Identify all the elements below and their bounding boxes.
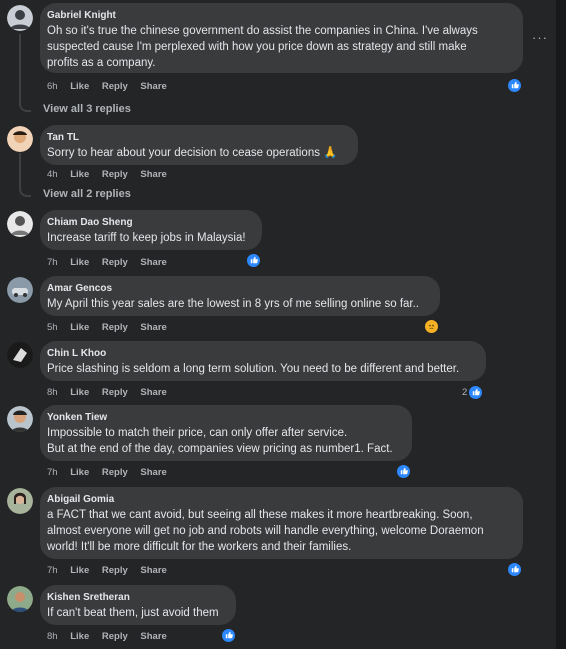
reaction-summary[interactable] bbox=[424, 318, 439, 334]
reply-button[interactable]: Reply bbox=[102, 467, 128, 478]
comment-time[interactable]: 7h bbox=[47, 257, 58, 268]
like-button[interactable]: Like bbox=[70, 322, 89, 333]
more-options-icon[interactable]: ··· bbox=[532, 30, 548, 45]
reaction-summary[interactable] bbox=[246, 252, 261, 268]
reply-button[interactable]: Reply bbox=[102, 322, 128, 333]
reply-button[interactable]: Reply bbox=[102, 81, 128, 92]
comment-bubble: Tan TL Sorry to hear about your decision… bbox=[40, 125, 358, 165]
reply-button[interactable]: Reply bbox=[102, 169, 128, 180]
comment-actions: 4h Like Reply Share bbox=[47, 169, 177, 180]
reply-button[interactable]: Reply bbox=[102, 257, 128, 268]
avatar[interactable] bbox=[7, 277, 33, 303]
comment-time[interactable]: 8h bbox=[47, 387, 58, 398]
reaction-summary[interactable] bbox=[507, 561, 522, 577]
reply-button[interactable]: Reply bbox=[102, 631, 128, 642]
reaction-summary[interactable] bbox=[507, 77, 522, 93]
avatar[interactable] bbox=[7, 126, 33, 152]
like-reaction-icon bbox=[507, 77, 522, 93]
avatar[interactable] bbox=[7, 586, 33, 612]
comment-time[interactable]: 8h bbox=[47, 631, 58, 642]
avatar[interactable] bbox=[7, 211, 33, 237]
comment-text: Price slashing is seldom a long term sol… bbox=[47, 363, 460, 375]
avatar[interactable] bbox=[7, 406, 33, 432]
reaction-count: 2 bbox=[462, 386, 468, 398]
comment-time[interactable]: 7h bbox=[47, 565, 58, 576]
page-right-edge bbox=[556, 0, 566, 649]
sad-reaction-icon bbox=[424, 318, 439, 334]
like-button[interactable]: Like bbox=[70, 387, 89, 398]
comment-time[interactable]: 7h bbox=[47, 467, 58, 478]
comment-text: My April this year sales are the lowest … bbox=[47, 298, 419, 310]
like-button[interactable]: Like bbox=[70, 81, 89, 92]
like-reaction-icon bbox=[396, 463, 411, 479]
comment-author[interactable]: Amar Gencos bbox=[47, 283, 432, 294]
share-button[interactable]: Share bbox=[140, 565, 166, 576]
comment-text: Sorry to hear about your decision to cea… bbox=[47, 147, 338, 159]
comment-text: Impossible to match their price, can onl… bbox=[47, 427, 393, 455]
share-button[interactable]: Share bbox=[140, 631, 166, 642]
reaction-summary[interactable]: 2 bbox=[462, 384, 484, 400]
like-button[interactable]: Like bbox=[70, 169, 89, 180]
comment-author[interactable]: Yonken Tiew bbox=[47, 412, 404, 423]
share-button[interactable]: Share bbox=[140, 387, 166, 398]
comment-author[interactable]: Chin L Khoo bbox=[47, 348, 478, 359]
share-button[interactable]: Share bbox=[140, 257, 166, 268]
like-button[interactable]: Like bbox=[70, 565, 89, 576]
like-reaction-icon bbox=[246, 252, 261, 268]
comment-actions: 7h Like Reply Share bbox=[47, 257, 177, 268]
comment-time[interactable]: 5h bbox=[47, 322, 58, 333]
avatar[interactable] bbox=[7, 488, 33, 514]
reply-button[interactable]: Reply bbox=[102, 565, 128, 576]
avatar[interactable] bbox=[7, 5, 33, 31]
comment-author[interactable]: Kishen Sretheran bbox=[47, 592, 228, 603]
comment-bubble: Kishen Sretheran If can't beat them, jus… bbox=[40, 585, 236, 625]
comment-bubble: Yonken Tiew Impossible to match their pr… bbox=[40, 405, 412, 461]
comment-actions: 6h Like Reply Share bbox=[47, 81, 177, 92]
reaction-summary[interactable] bbox=[221, 627, 236, 643]
like-reaction-icon bbox=[507, 561, 522, 577]
share-button[interactable]: Share bbox=[140, 322, 166, 333]
comment-actions: 5h Like Reply Share bbox=[47, 322, 177, 333]
comment-author[interactable]: Gabriel Knight bbox=[47, 10, 515, 21]
comment-bubble: Amar Gencos My April this year sales are… bbox=[40, 276, 440, 316]
comment-time[interactable]: 6h bbox=[47, 81, 58, 92]
comment-bubble: Chin L Khoo Price slashing is seldom a l… bbox=[40, 341, 486, 381]
comment-bubble: Gabriel Knight Oh so it's true the chine… bbox=[40, 3, 523, 73]
reply-thread-line bbox=[19, 34, 31, 112]
comment-actions: 8h Like Reply Share bbox=[47, 387, 177, 398]
comment-bubble: Abigail Gomia a FACT that we cant avoid,… bbox=[40, 487, 523, 559]
comment-text: Oh so it's true the chinese government d… bbox=[47, 25, 478, 69]
share-button[interactable]: Share bbox=[140, 467, 166, 478]
share-button[interactable]: Share bbox=[140, 169, 166, 180]
comment-author[interactable]: Tan TL bbox=[47, 132, 350, 143]
avatar[interactable] bbox=[7, 342, 33, 368]
like-button[interactable]: Like bbox=[70, 631, 89, 642]
reply-button[interactable]: Reply bbox=[102, 387, 128, 398]
comment-text: If can't beat them, just avoid them bbox=[47, 607, 219, 619]
reaction-summary[interactable] bbox=[396, 463, 411, 479]
reply-thread-line bbox=[19, 153, 31, 197]
comment-bubble: Chiam Dao Sheng Increase tariff to keep … bbox=[40, 210, 262, 250]
comment-actions: 8h Like Reply Share bbox=[47, 631, 177, 642]
like-button[interactable]: Like bbox=[70, 257, 89, 268]
like-button[interactable]: Like bbox=[70, 467, 89, 478]
comment-author[interactable]: Chiam Dao Sheng bbox=[47, 217, 254, 228]
comment-text: a FACT that we cant avoid, but seeing al… bbox=[47, 509, 484, 553]
view-replies-link[interactable]: View all 2 replies bbox=[43, 188, 131, 200]
share-button[interactable]: Share bbox=[140, 81, 166, 92]
comment-text: Increase tariff to keep jobs in Malaysia… bbox=[47, 232, 246, 244]
view-replies-link[interactable]: View all 3 replies bbox=[43, 103, 131, 115]
like-reaction-icon bbox=[468, 384, 484, 400]
comment-time[interactable]: 4h bbox=[47, 169, 58, 180]
comment-actions: 7h Like Reply Share bbox=[47, 565, 177, 576]
like-reaction-icon bbox=[221, 627, 236, 643]
comment-actions: 7h Like Reply Share bbox=[47, 467, 177, 478]
comment-author[interactable]: Abigail Gomia bbox=[47, 494, 515, 505]
